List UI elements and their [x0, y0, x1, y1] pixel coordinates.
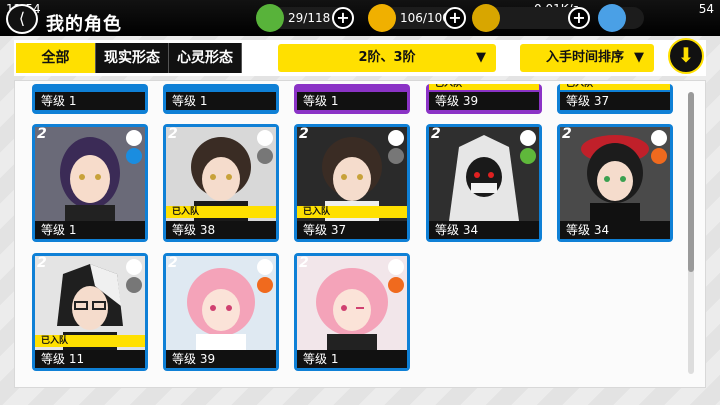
- level-label: 等级 38: [166, 221, 276, 239]
- level-label: 等级 39: [429, 92, 539, 110]
- in-team-badge: 已入队: [297, 206, 407, 218]
- resource-energy: 106/100 +: [368, 4, 466, 32]
- sort-arrow-icon: ▼: [634, 50, 644, 65]
- character-card[interactable]: 2 已入队 等级 38: [163, 124, 279, 242]
- character-card[interactable]: 2 等级 1: [32, 124, 148, 242]
- add-coin-button[interactable]: +: [568, 7, 590, 29]
- rank-number: 2: [37, 255, 47, 271]
- resource-stamina: 29/118 +: [256, 4, 354, 32]
- leaf-element-icon: [520, 148, 536, 164]
- resource-coin: +: [472, 4, 590, 32]
- level-label: 等级 1: [297, 92, 407, 110]
- energy-value: 106/100: [400, 11, 450, 25]
- level-label: 等级 34: [429, 221, 539, 239]
- in-team-badge: 已入队: [35, 335, 145, 347]
- character-card[interactable]: 等级 1: [163, 84, 279, 114]
- rank-number: 2: [299, 126, 309, 142]
- leaf-icon: [256, 4, 284, 32]
- in-team-badge: 已入队: [429, 84, 539, 90]
- wind-element-icon: [257, 148, 273, 164]
- stamina-value: 29/118: [288, 11, 331, 25]
- rank-number: 2: [37, 126, 47, 142]
- level-label: 等级 1: [166, 92, 276, 110]
- fire-element-icon: [257, 277, 273, 293]
- rank-number: 2: [168, 255, 178, 271]
- wind-element-icon: [388, 148, 404, 164]
- rank-filter-label: 2阶、3阶: [358, 50, 416, 65]
- sort-dropdown[interactable]: 入手时间排序 ▼: [520, 44, 654, 72]
- level-label: 等级 37: [560, 92, 670, 110]
- level-label: 等级 1: [297, 350, 407, 368]
- character-card[interactable]: 2 等级 1: [294, 253, 410, 371]
- character-card[interactable]: 等级 1: [294, 84, 410, 114]
- page-title: 我的角色: [46, 14, 122, 35]
- dropdown-arrow-icon: ▼: [476, 50, 486, 65]
- mind-attribute-icon: [126, 130, 142, 146]
- shield-attribute-icon: [651, 130, 667, 146]
- triforce-attribute-icon: [257, 259, 273, 275]
- character-card[interactable]: 2 等级 34: [557, 124, 673, 242]
- character-card[interactable]: 2 等级 39: [163, 253, 279, 371]
- pen-icon: [368, 4, 396, 32]
- back-arrow-icon: ⟨: [18, 9, 26, 28]
- character-card[interactable]: 2 已入队 等级 11: [32, 253, 148, 371]
- rank-number: 2: [431, 126, 441, 142]
- scrollbar-thumb[interactable]: [688, 92, 694, 272]
- character-card[interactable]: 已入队 等级 39: [426, 84, 542, 114]
- coin-icon: [472, 4, 500, 32]
- sword-attribute-icon: [388, 130, 404, 146]
- character-card[interactable]: 2 已入队 等级 37: [294, 124, 410, 242]
- rank-number: 2: [299, 255, 309, 271]
- character-card[interactable]: 2 等级 34: [426, 124, 542, 242]
- sword-attribute-icon: [520, 130, 536, 146]
- tab-mind-form[interactable]: 心灵形态: [169, 43, 242, 73]
- in-team-badge: 已入队: [560, 84, 670, 90]
- level-label: 等级 11: [35, 350, 145, 368]
- fire-element-icon: [388, 277, 404, 293]
- sort-label: 入手时间排序: [546, 50, 625, 65]
- triforce-attribute-icon: [388, 259, 404, 275]
- down-arrow-icon: ⬇: [677, 43, 695, 67]
- battery-text: 54: [698, 2, 714, 16]
- back-button[interactable]: ⟨: [6, 4, 38, 34]
- add-stamina-button[interactable]: +: [332, 7, 354, 29]
- level-label: 等级 1: [35, 221, 145, 239]
- level-label: 等级 1: [35, 92, 145, 110]
- fire-element-icon: [651, 148, 667, 164]
- character-list-screen: 12:54 0.01K/s 54 ⟨ 我的角色 29/118 + 106/100…: [0, 0, 720, 405]
- top-bar: 12:54 0.01K/s 54 ⟨ 我的角色 29/118 + 106/100…: [0, 0, 720, 36]
- scroll-down-button[interactable]: ⬇: [668, 38, 704, 74]
- tab-real-form[interactable]: 现实形态: [96, 43, 169, 73]
- level-label: 等级 37: [297, 221, 407, 239]
- gem-icon: [598, 4, 626, 32]
- rank-filter-dropdown[interactable]: 2阶、3阶 ▼: [278, 44, 496, 72]
- in-team-badge: 已入队: [166, 206, 276, 218]
- character-card[interactable]: 已入队 等级 37: [557, 84, 673, 114]
- add-energy-button[interactable]: +: [444, 7, 466, 29]
- rank-number: 2: [562, 126, 572, 142]
- level-label: 等级 39: [166, 350, 276, 368]
- resource-gem: [598, 4, 644, 32]
- water-element-icon: [126, 148, 142, 164]
- tab-all[interactable]: 全部: [16, 43, 96, 73]
- level-label: 等级 34: [560, 221, 670, 239]
- rank-number: 2: [168, 126, 178, 142]
- scale-attribute-icon: [126, 259, 142, 275]
- sword-attribute-icon: [257, 130, 273, 146]
- wind-element-icon: [126, 277, 142, 293]
- form-tabs: 全部 现实形态 心灵形态: [16, 43, 242, 73]
- filter-bar: 全部 现实形态 心灵形态 2阶、3阶 ▼ 入手时间排序 ▼: [14, 40, 706, 76]
- character-card[interactable]: 等级 1: [32, 84, 148, 114]
